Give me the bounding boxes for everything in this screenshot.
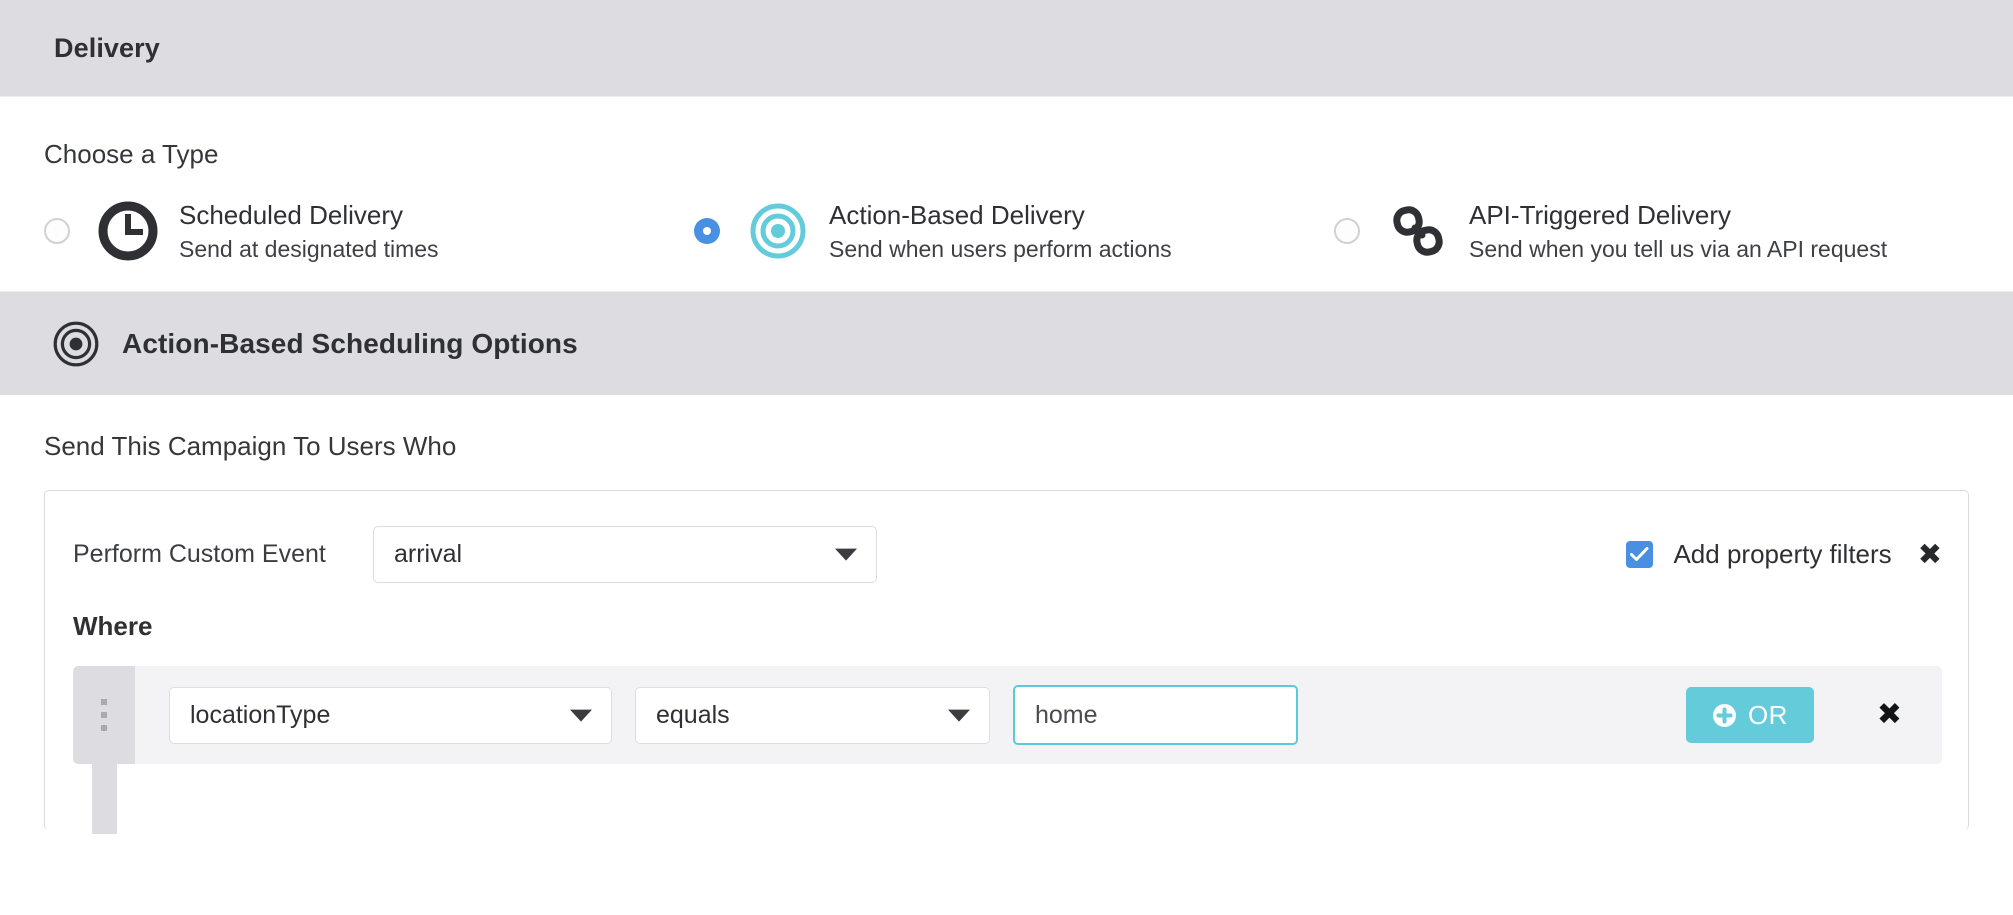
trigger-event-row: Perform Custom Event arrival Add propert… — [45, 519, 1968, 589]
delivery-type-option-scheduled[interactable]: Scheduled Delivery Send at designated ti… — [44, 200, 694, 263]
drag-handle-icon[interactable] — [73, 666, 135, 764]
chevron-down-icon — [570, 709, 592, 722]
clock-icon — [97, 200, 159, 262]
delivery-section-header: Delivery — [0, 0, 2013, 96]
filter-property-select[interactable]: locationType — [169, 686, 612, 744]
option-text-scheduled: Scheduled Delivery Send at designated ti… — [179, 200, 439, 263]
option-text-action-based: Action-Based Delivery Send when users pe… — [829, 200, 1172, 263]
target-icon — [747, 200, 809, 262]
target-icon — [52, 320, 100, 368]
chain-link-icon — [1387, 200, 1449, 262]
choose-type-block: Choose a Type Scheduled Delivery Send at… — [0, 96, 2013, 292]
radio-api-triggered-delivery[interactable] — [1334, 218, 1360, 245]
action-based-body: Send This Campaign To Users Who Perform … — [0, 395, 2013, 834]
delivery-settings-page: Delivery Choose a Type Scheduled Deliver… — [0, 0, 2013, 915]
filter-property-value: locationType — [190, 700, 331, 729]
filter-group-connector — [92, 764, 117, 834]
custom-event-value: arrival — [394, 539, 463, 568]
filter-operator-select[interactable]: equals — [635, 686, 990, 744]
filter-row: locationType equals home OR ✖ — [73, 666, 1942, 764]
option-title: Action-Based Delivery — [829, 200, 1085, 230]
add-property-filters-label: Add property filters — [1673, 538, 1892, 569]
option-subtitle: Send at designated times — [179, 235, 439, 262]
chevron-down-icon — [835, 548, 857, 561]
radio-action-based-delivery[interactable] — [694, 218, 720, 245]
trigger-label: Perform Custom Event — [73, 539, 326, 568]
where-label: Where — [73, 611, 153, 641]
option-title: API-Triggered Delivery — [1469, 200, 1732, 230]
remove-trigger-button[interactable]: ✖ — [1918, 539, 1942, 569]
page-title: Delivery — [54, 32, 160, 63]
checkmark-icon — [1630, 546, 1649, 561]
filter-controls: locationType equals home OR ✖ — [135, 685, 1942, 745]
trigger-card: Perform Custom Event arrival Add propert… — [44, 490, 1969, 834]
add-property-filters-checkbox[interactable] — [1626, 540, 1654, 568]
option-text-api-triggered: API-Triggered Delivery Send when you tel… — [1469, 200, 1887, 263]
option-subtitle: Send when you tell us via an API request — [1469, 235, 1888, 262]
action-based-scheduling-header: Action-Based Scheduling Options — [0, 292, 2013, 395]
filter-value-input[interactable] — [1013, 685, 1298, 745]
remove-filter-button[interactable]: ✖ — [1877, 700, 1902, 730]
filter-row-wrapper: locationType equals home OR ✖ — [73, 666, 1942, 834]
custom-event-select[interactable]: arrival — [373, 525, 877, 583]
add-property-filters-group[interactable]: Add property filters — [1626, 538, 1892, 570]
or-button-label: OR — [1748, 699, 1788, 730]
chevron-down-icon — [948, 709, 970, 722]
option-title: Scheduled Delivery — [179, 200, 404, 230]
filter-operator-value: equals — [656, 700, 730, 729]
option-subtitle: Send when users perform actions — [829, 235, 1172, 262]
choose-type-heading: Choose a Type — [44, 139, 219, 169]
section-title: Action-Based Scheduling Options — [122, 327, 578, 359]
radio-scheduled-delivery[interactable] — [44, 218, 70, 245]
delivery-type-option-action-based[interactable]: Action-Based Delivery Send when users pe… — [694, 200, 1334, 263]
delivery-type-radio-group: Scheduled Delivery Send at designated ti… — [44, 200, 2013, 263]
send-campaign-heading: Send This Campaign To Users Who — [44, 431, 457, 461]
plus-circle-icon — [1712, 703, 1737, 728]
delivery-type-option-api-triggered[interactable]: API-Triggered Delivery Send when you tel… — [1334, 200, 1974, 263]
add-or-condition-button[interactable]: OR — [1686, 687, 1814, 743]
